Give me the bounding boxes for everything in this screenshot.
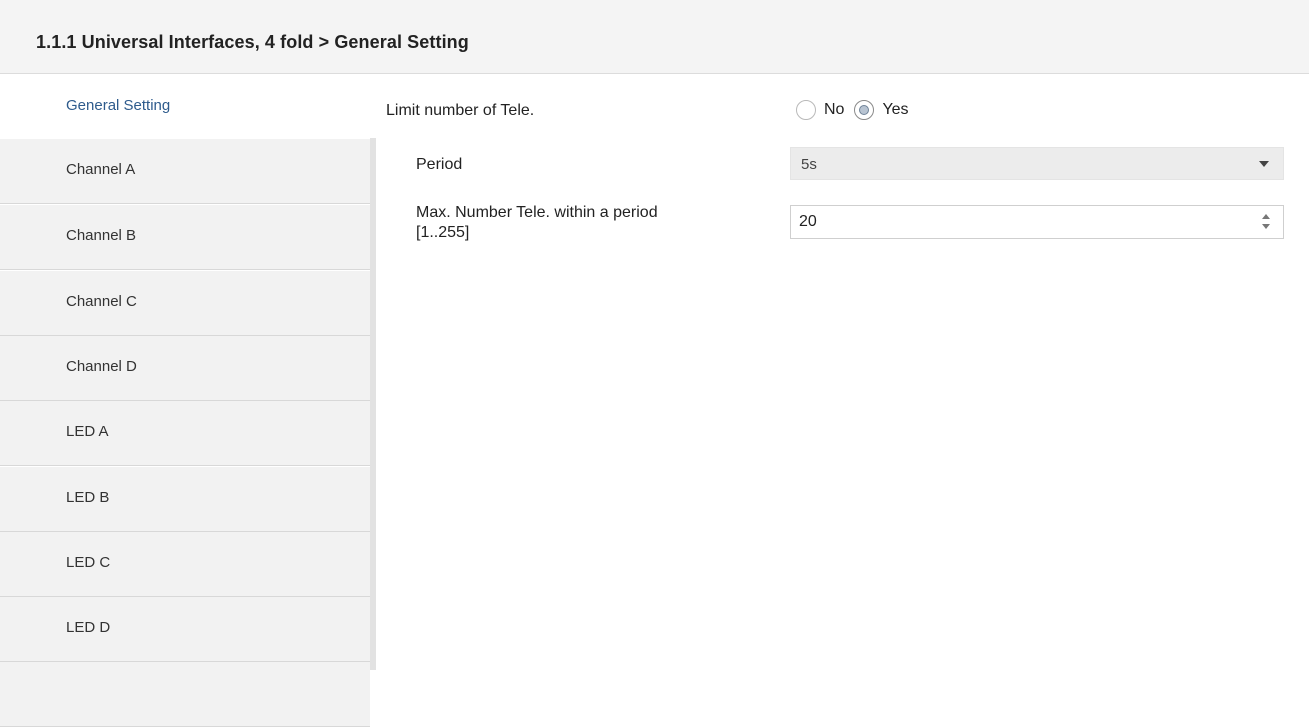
- sidebar-item-label: Channel C: [66, 293, 137, 310]
- sidebar-item-general-setting[interactable]: General Setting: [0, 75, 376, 140]
- radio-no-label: No: [824, 101, 845, 118]
- limit-tele-label: Limit number of Tele.: [386, 102, 535, 119]
- sidebar-item-channel-c[interactable]: Channel C: [0, 271, 370, 336]
- sidebar-item-label: Channel D: [66, 358, 137, 375]
- sidebar-item-channel-a[interactable]: Channel A: [0, 139, 370, 204]
- sidebar: General Setting Channel A Channel B Chan…: [0, 75, 376, 727]
- radio-no-circle[interactable]: [796, 100, 816, 120]
- sidebar-item-label: LED D: [66, 619, 111, 636]
- sidebar-item-label: LED B: [66, 489, 110, 506]
- sidebar-item-label: Channel A: [66, 161, 136, 178]
- period-label: Period: [416, 156, 463, 173]
- period-selected-value: 5s: [801, 156, 817, 173]
- max-tele-label-line1: Max. Number Tele. within a period: [416, 204, 658, 221]
- sidebar-item-channel-b[interactable]: Channel B: [0, 205, 370, 270]
- radio-yes[interactable]: Yes: [854, 100, 909, 120]
- radio-no[interactable]: No: [796, 100, 844, 120]
- sidebar-item-channel-d[interactable]: Channel D: [0, 336, 370, 401]
- sidebar-item-label: LED C: [66, 554, 111, 571]
- sidebar-item-led-a[interactable]: LED A: [0, 401, 370, 466]
- radio-yes-circle[interactable]: [854, 100, 875, 120]
- sidebar-item-label: LED A: [66, 423, 109, 440]
- max-tele-spinbox[interactable]: [790, 205, 1284, 239]
- sidebar-item-led-c[interactable]: LED C: [0, 532, 370, 597]
- spin-arrows[interactable]: [1261, 214, 1271, 230]
- sidebar-item-label: General Setting: [66, 97, 171, 114]
- spin-down-icon[interactable]: [1262, 224, 1270, 229]
- sidebar-item-led-b[interactable]: LED B: [0, 467, 370, 532]
- chevron-down-icon[interactable]: [1259, 161, 1269, 167]
- sidebar-item-label: Channel B: [66, 227, 137, 244]
- period-select[interactable]: 5s: [790, 147, 1284, 180]
- radio-yes-label: Yes: [882, 101, 909, 118]
- settings-panel: Limit number of Tele. No Yes Period 5s M…: [376, 75, 1309, 670]
- title-bar: 1.1.1 Universal Interfaces, 4 fold > Gen…: [0, 0, 1309, 74]
- limit-tele-radio-group: No Yes: [796, 98, 919, 122]
- spin-up-icon[interactable]: [1262, 214, 1270, 219]
- page-title: 1.1.1 Universal Interfaces, 4 fold > Gen…: [36, 32, 469, 52]
- sidebar-item-more[interactable]: [0, 662, 370, 727]
- max-tele-label: Max. Number Tele. within a period [1..25…: [416, 203, 658, 243]
- sidebar-item-led-d[interactable]: LED D: [0, 597, 370, 662]
- max-tele-label-line2: [1..255]: [416, 224, 470, 241]
- max-tele-input[interactable]: [799, 212, 1239, 232]
